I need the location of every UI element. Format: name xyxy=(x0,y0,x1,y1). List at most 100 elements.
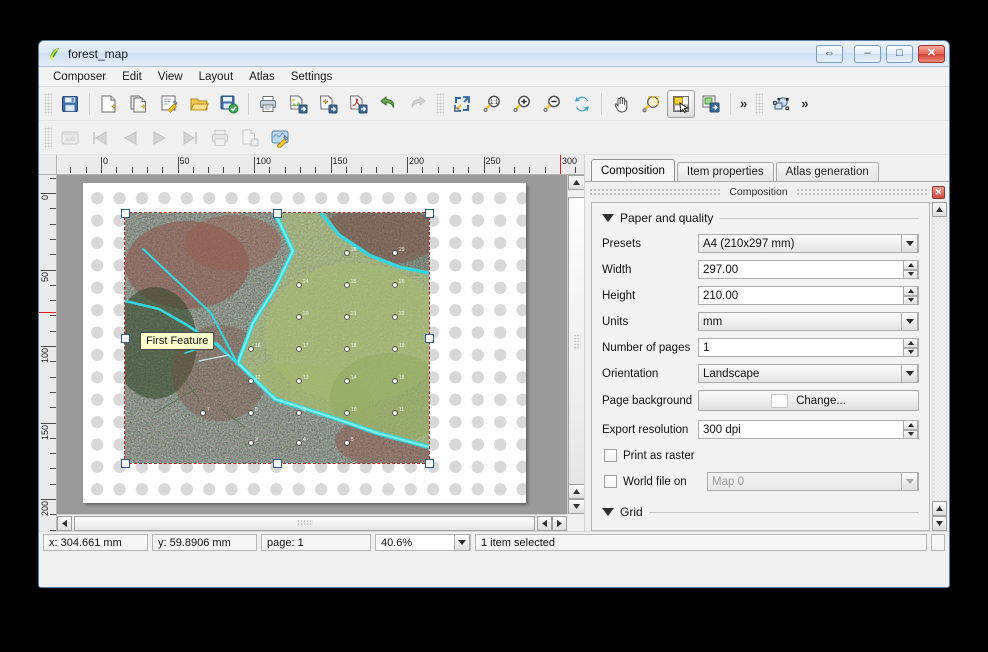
menu-atlas[interactable]: Atlas xyxy=(241,69,283,85)
save-template-button[interactable] xyxy=(215,90,243,118)
atlas-preview-button[interactable] xyxy=(56,124,84,152)
print-as-raster-checkbox[interactable] xyxy=(604,449,617,462)
pan-tool-button[interactable] xyxy=(607,90,635,118)
scroll-up-button[interactable] xyxy=(568,175,585,190)
panel-scroll-up-button-bottom[interactable] xyxy=(932,501,947,516)
menu-settings[interactable]: Settings xyxy=(283,69,341,85)
height-input[interactable]: 210.00 xyxy=(698,286,919,305)
atlas-settings-button[interactable] xyxy=(266,124,294,152)
chevron-down-icon[interactable] xyxy=(901,472,918,491)
zoom-in-button[interactable] xyxy=(508,90,536,118)
load-template-button[interactable] xyxy=(185,90,213,118)
atlas-first-feature-button[interactable] xyxy=(86,124,114,152)
dock-drag-handle-left[interactable] xyxy=(589,188,721,196)
select-move-item-button[interactable] xyxy=(667,90,695,118)
status-resize-grip[interactable] xyxy=(931,534,945,551)
add-shape-button[interactable] xyxy=(767,90,795,118)
units-combo[interactable]: mm xyxy=(698,312,919,331)
redo-button[interactable] xyxy=(404,90,432,118)
composition-scene[interactable]: 2829 242526 202122 16171819 12131415 789… xyxy=(57,175,567,514)
move-item-content-button[interactable] xyxy=(697,90,725,118)
atlas-next-feature-button[interactable] xyxy=(146,124,174,152)
atlas-previous-feature-button[interactable] xyxy=(116,124,144,152)
zoom-full-button[interactable] xyxy=(448,90,476,118)
width-input[interactable]: 297.00 xyxy=(698,260,919,279)
chevron-down-icon[interactable] xyxy=(454,534,470,551)
window-resize-button[interactable]: ⇔ xyxy=(816,45,843,63)
print-button[interactable] xyxy=(254,90,282,118)
toolbar-grip[interactable] xyxy=(436,93,444,115)
panel-scroll-track[interactable] xyxy=(932,217,947,501)
zoom-actual-button[interactable]: 1:1 xyxy=(478,90,506,118)
world-file-map-combo[interactable]: Map 0 xyxy=(707,472,919,491)
scroll-left-button-right[interactable] xyxy=(537,516,552,531)
scroll-up-button-bottom[interactable] xyxy=(568,484,585,499)
zoom-out-button[interactable] xyxy=(538,90,566,118)
collapse-triangle-icon[interactable] xyxy=(602,214,614,222)
chevron-down-icon[interactable] xyxy=(901,364,918,383)
canvas-horizontal-scrollbar[interactable] xyxy=(57,514,567,531)
number-of-pages-stepper[interactable] xyxy=(903,338,918,357)
zoom-level-combo[interactable]: 40.6% xyxy=(375,534,471,551)
orientation-combo[interactable]: Landscape xyxy=(698,364,919,383)
dock-drag-handle-right[interactable] xyxy=(796,188,928,196)
vertical-scroll-thumb[interactable] xyxy=(568,197,585,487)
panel-scroll-down-button[interactable] xyxy=(932,516,947,531)
scroll-down-button[interactable] xyxy=(568,499,585,514)
undo-button[interactable] xyxy=(374,90,402,118)
export-image-button[interactable] xyxy=(284,90,312,118)
save-composition-button[interactable] xyxy=(56,90,84,118)
duplicate-composer-button[interactable] xyxy=(125,90,153,118)
group-grid[interactable]: Grid xyxy=(602,505,919,519)
export-pdf-button[interactable] xyxy=(344,90,372,118)
resize-handle-middle-left[interactable] xyxy=(121,334,130,343)
composer-manager-button[interactable] xyxy=(155,90,183,118)
canvas-vertical-scrollbar[interactable] xyxy=(567,175,584,514)
scroll-left-button[interactable] xyxy=(57,516,72,531)
height-stepper[interactable] xyxy=(903,286,918,305)
window-close-button[interactable]: ✕ xyxy=(918,45,945,63)
group-paper-and-quality[interactable]: Paper and quality xyxy=(602,211,919,225)
new-composer-button[interactable] xyxy=(95,90,123,118)
menu-composer[interactable]: Composer xyxy=(45,69,114,85)
atlas-print-button[interactable] xyxy=(206,124,234,152)
window-minimize-button[interactable]: – xyxy=(854,45,881,63)
window-maximize-button[interactable]: □ xyxy=(886,45,913,63)
menu-view[interactable]: View xyxy=(150,69,191,85)
toolbar-grip[interactable] xyxy=(44,127,52,149)
atlas-export-button[interactable] xyxy=(236,124,264,152)
export-resolution-input[interactable]: 300 dpi xyxy=(698,420,919,439)
resize-handle-bottom-left[interactable] xyxy=(121,459,130,468)
toolbar-grip[interactable] xyxy=(755,93,763,115)
export-resolution-stepper[interactable] xyxy=(903,420,918,439)
scroll-right-button[interactable] xyxy=(552,516,567,531)
zoom-tool-button[interactable] xyxy=(637,90,665,118)
chevron-down-icon[interactable] xyxy=(901,312,918,331)
resize-handle-top-center[interactable] xyxy=(273,209,282,218)
resize-handle-bottom-center[interactable] xyxy=(273,459,282,468)
refresh-view-button[interactable] xyxy=(568,90,596,118)
number-of-pages-input[interactable]: 1 xyxy=(698,338,919,357)
resize-handle-bottom-right[interactable] xyxy=(425,459,434,468)
horizontal-scroll-thumb[interactable] xyxy=(74,516,535,531)
resize-handle-top-left[interactable] xyxy=(121,209,130,218)
toolbar-grip[interactable] xyxy=(44,93,52,115)
menu-edit[interactable]: Edit xyxy=(114,69,150,85)
collapse-triangle-icon[interactable] xyxy=(602,508,614,516)
panel-scroll-up-button[interactable] xyxy=(932,202,947,217)
resize-handle-top-right[interactable] xyxy=(425,209,434,218)
tab-item-properties[interactable]: Item properties xyxy=(677,162,774,181)
page-background-change-button[interactable]: Change... xyxy=(698,390,919,411)
world-file-on-checkbox[interactable] xyxy=(604,475,617,488)
panel-vertical-scrollbar[interactable] xyxy=(932,202,947,531)
dock-close-button[interactable]: ✕ xyxy=(932,186,945,199)
export-svg-button[interactable] xyxy=(314,90,342,118)
tab-atlas-generation[interactable]: Atlas generation xyxy=(776,162,879,181)
atlas-last-feature-button[interactable] xyxy=(176,124,204,152)
chevron-down-icon[interactable] xyxy=(901,234,918,253)
width-stepper[interactable] xyxy=(903,260,918,279)
toolbar-overflow-1[interactable]: » xyxy=(735,96,752,111)
resize-handle-middle-right[interactable] xyxy=(425,334,434,343)
tab-composition[interactable]: Composition xyxy=(591,159,675,181)
presets-combo[interactable]: A4 (210x297 mm) xyxy=(698,234,919,253)
